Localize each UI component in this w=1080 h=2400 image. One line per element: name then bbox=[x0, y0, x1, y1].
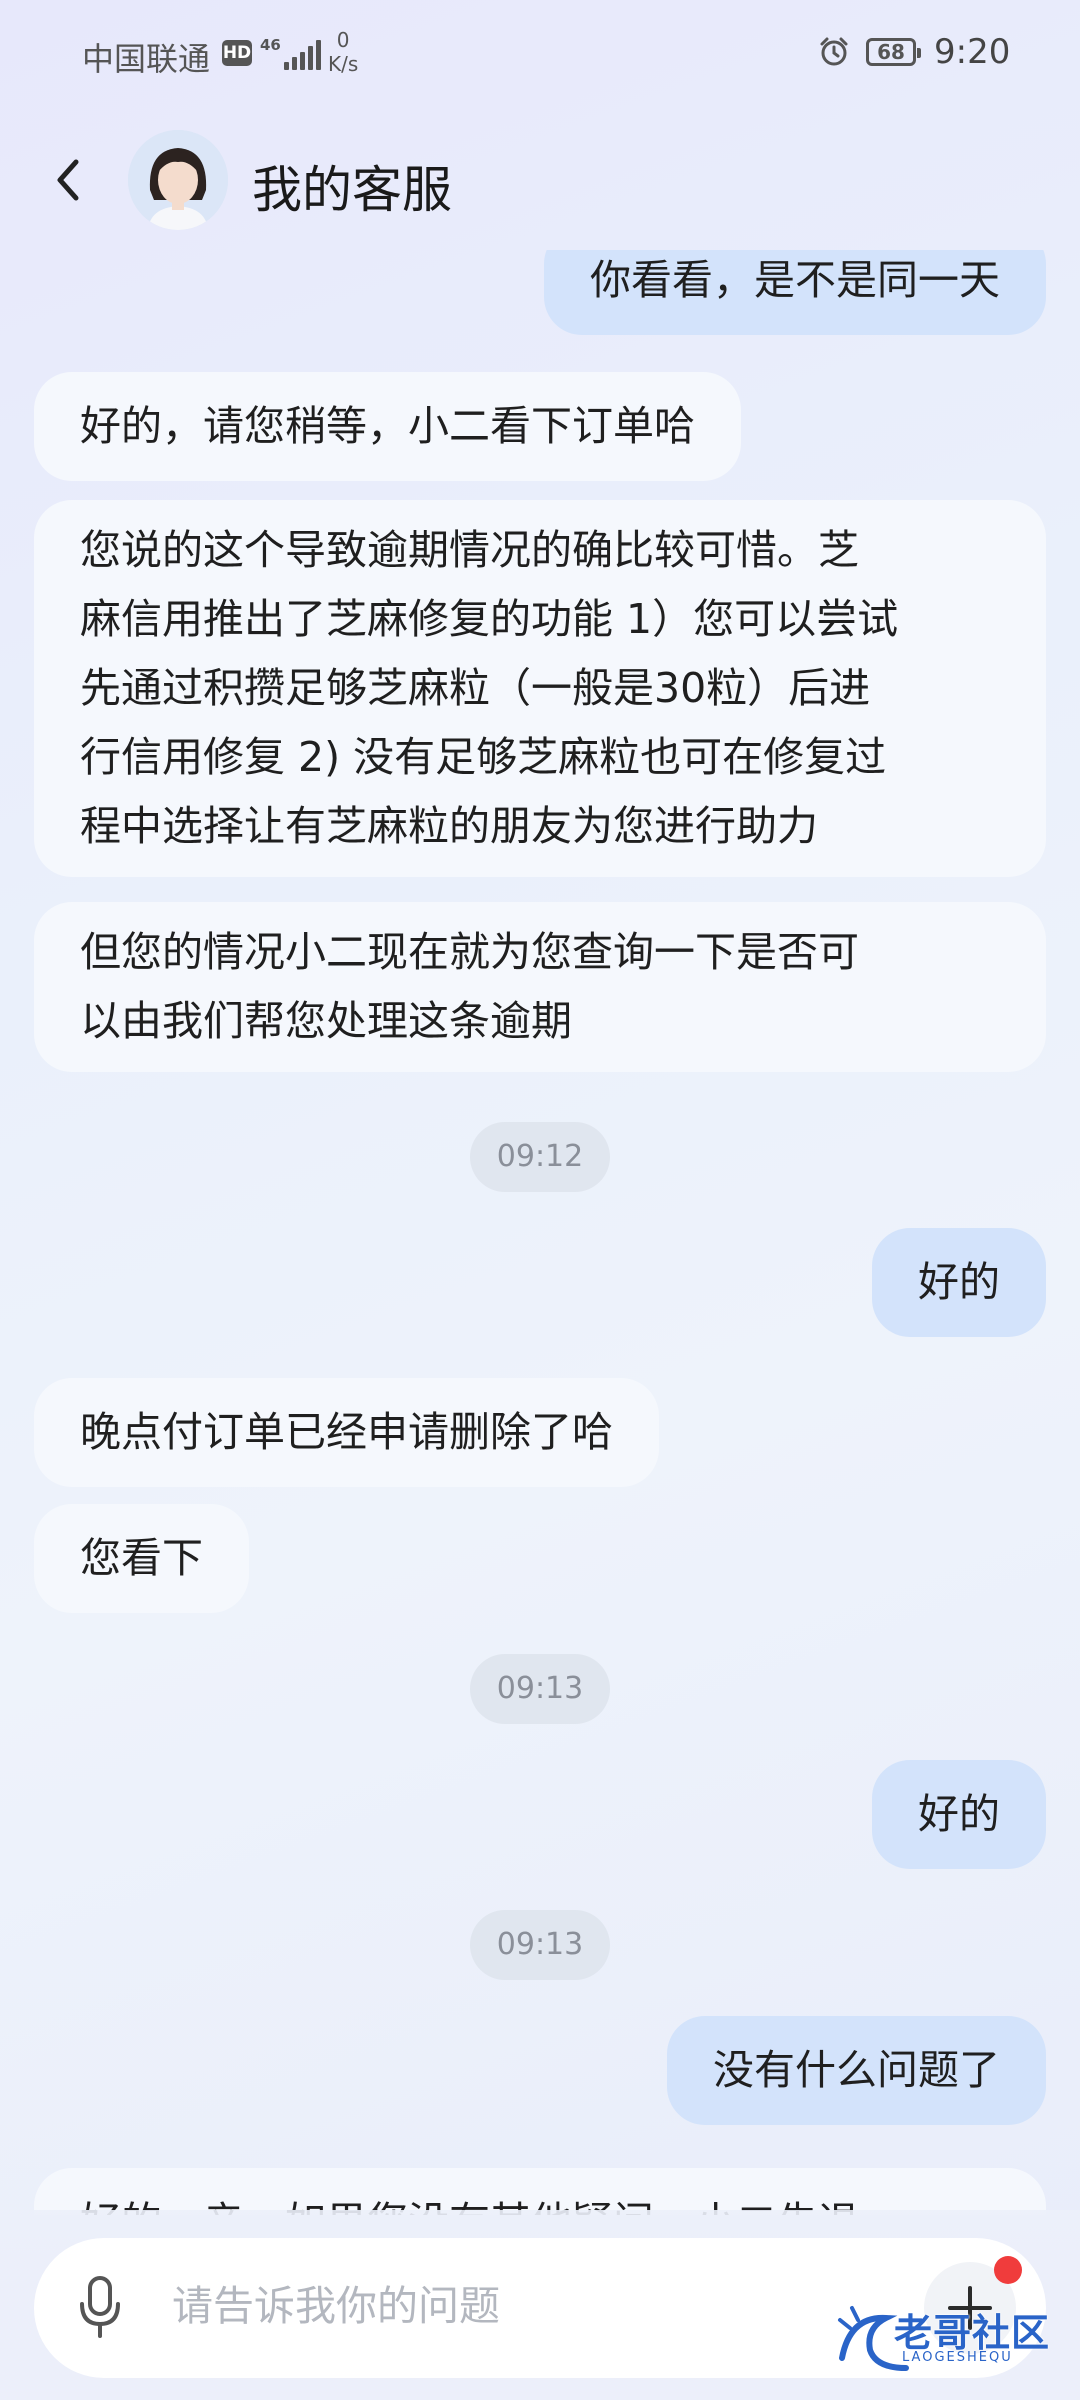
message-bubble-received: 晚点付订单已经申请删除了哈 bbox=[34, 1378, 659, 1487]
chat-header: 我的客服 bbox=[0, 120, 1080, 240]
status-bar: 中国联通 HD 46 0 K/s 68 9:20 bbox=[0, 0, 1080, 110]
back-arrow-icon[interactable] bbox=[46, 150, 96, 210]
watermark-text: 老哥社区 bbox=[894, 2311, 1051, 2355]
notification-dot bbox=[994, 2256, 1022, 2284]
watermark-logo: 老哥社区 LAOGESHEQU bbox=[836, 2298, 1062, 2382]
hd-badge: HD bbox=[222, 40, 252, 66]
message-line: 先通过积攒足够芝麻粒（一般是30粒）后进 bbox=[80, 664, 871, 712]
message-line: 麻信用推出了芝麻修复的功能 1）您可以尝试 bbox=[80, 595, 899, 643]
message-bubble-sent: 好的 bbox=[872, 1760, 1046, 1869]
message-line: 程中选择让有芝麻粒的朋友为您进行助力 bbox=[80, 802, 818, 850]
avatar-portrait-icon bbox=[128, 130, 228, 230]
network-speed-value: 0 bbox=[336, 28, 350, 52]
message-timestamp: 09:13 bbox=[470, 1910, 610, 1980]
carrier-name: 中国联通 bbox=[82, 40, 211, 78]
message-bubble-received: 您看下 bbox=[34, 1504, 249, 1613]
watermark-subtext: LAOGESHEQU bbox=[902, 2350, 1013, 2365]
message-bubble-received: 好的，请您稍等，小二看下订单哈 bbox=[34, 372, 741, 481]
page-title: 我的客服 bbox=[252, 161, 452, 219]
chat-messages[interactable]: 你看看，是不是同一天 好的，请您稍等，小二看下订单哈 您说的这个导致逾期情况的确… bbox=[0, 250, 1080, 2215]
clock: 9:20 bbox=[934, 32, 1011, 72]
message-line: 但您的情况小二现在就为您查询一下是否可 bbox=[80, 928, 859, 976]
message-line: 行信用修复 2) 没有足够芝麻粒也可在修复过 bbox=[80, 733, 887, 781]
network-speed: 0 K/s bbox=[328, 28, 358, 76]
message-input[interactable] bbox=[172, 2282, 912, 2330]
message-timestamp: 09:12 bbox=[470, 1122, 610, 1192]
agent-avatar[interactable] bbox=[128, 130, 228, 230]
message-timestamp: 09:13 bbox=[470, 1654, 610, 1724]
message-line: 您说的这个导致逾期情况的确比较可惜。芝 bbox=[80, 526, 859, 574]
signal-strength-icon bbox=[278, 36, 321, 70]
message-bubble-sent: 没有什么问题了 bbox=[667, 2016, 1046, 2125]
message-bubble-sent: 你看看，是不是同一天 bbox=[544, 250, 1046, 335]
message-bubble-received: 但您的情况小二现在就为您查询一下是否可 以由我们帮您处理这条逾期 bbox=[34, 902, 1046, 1072]
message-bubble-received: 好的，亲，如果您没有其他疑问，小二先退 bbox=[34, 2168, 1046, 2215]
alarm-icon bbox=[820, 37, 848, 66]
message-line: 以由我们帮您处理这条逾期 bbox=[80, 997, 572, 1045]
network-speed-unit: K/s bbox=[328, 52, 359, 76]
microphone-icon[interactable] bbox=[74, 2274, 126, 2342]
battery-icon: 68 bbox=[866, 38, 921, 66]
message-bubble-sent: 好的 bbox=[872, 1228, 1046, 1337]
message-bubble-received: 您说的这个导致逾期情况的确比较可惜。芝 麻信用推出了芝麻修复的功能 1）您可以尝… bbox=[34, 500, 1046, 877]
